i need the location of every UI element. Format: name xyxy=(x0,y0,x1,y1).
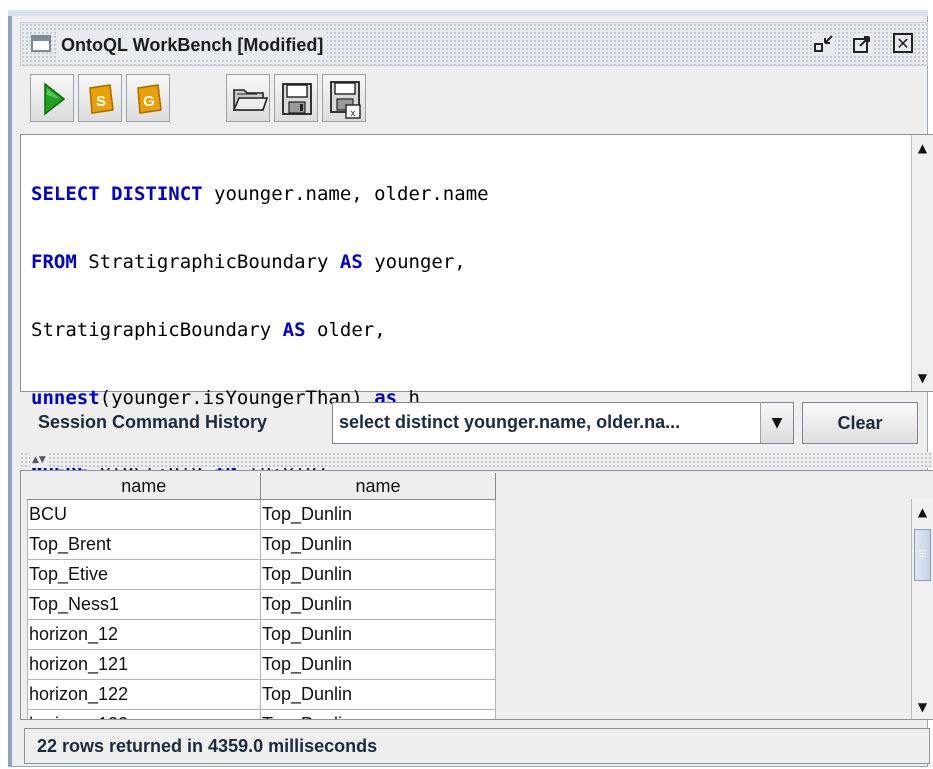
status-text: 22 rows returned in 4359.0 milliseconds xyxy=(37,736,378,756)
table-row[interactable]: Top_Ness1 Top_Dunlin xyxy=(27,589,496,620)
scroll-down-arrow-icon[interactable]: ▼ xyxy=(912,696,933,718)
save-as-file-button[interactable]: x xyxy=(322,74,366,122)
scroll-up-arrow-icon[interactable]: ▲ xyxy=(912,501,933,523)
query-line: SELECT DISTINCT younger.name, older.name xyxy=(31,183,489,205)
scroll-down-arrow-icon[interactable]: ▼ xyxy=(912,367,933,389)
window-left-edge xyxy=(8,16,12,767)
session-history-bar: Session Command History select distinct … xyxy=(20,398,933,450)
toolbar: S G x xyxy=(20,70,928,128)
column-header[interactable]: name xyxy=(27,473,261,500)
table-cell[interactable]: horizon_123 xyxy=(27,709,261,719)
svg-text:G: G xyxy=(143,93,155,110)
table-cell[interactable]: Top_Dunlin xyxy=(260,619,496,650)
table-cell[interactable]: Top_Dunlin xyxy=(260,679,496,710)
green-play-icon xyxy=(44,82,66,116)
table-cell[interactable]: Top_Dunlin xyxy=(260,649,496,680)
table-cell[interactable]: Top_Dunlin xyxy=(260,589,496,620)
table-cell[interactable]: horizon_12 xyxy=(27,619,261,650)
svg-text:S: S xyxy=(96,93,106,110)
open-file-button[interactable] xyxy=(226,74,270,122)
window-title: OntoQL WorkBench [Modified] xyxy=(57,31,328,59)
table-cell[interactable]: BCU xyxy=(27,499,261,530)
editor-scrollbar[interactable]: ▲ ▼ xyxy=(911,135,933,391)
table-row[interactable]: horizon_122 Top_Dunlin xyxy=(27,679,496,710)
maximize-button[interactable] xyxy=(851,33,873,55)
table-cell[interactable]: Top_Brent xyxy=(27,529,261,560)
close-icon: ✕ xyxy=(896,34,910,53)
window-top-edge xyxy=(8,10,928,16)
floppy-disk-export-icon: x xyxy=(330,81,361,119)
column-header[interactable]: name xyxy=(260,473,496,500)
s-script-icon: S xyxy=(89,84,114,114)
minimize-button[interactable] xyxy=(813,33,835,55)
load-script-button[interactable]: S xyxy=(78,74,122,122)
split-expand-collapse-icon[interactable]: ▲▼ xyxy=(30,452,48,468)
status-bar: 22 rows returned in 4359.0 milliseconds xyxy=(24,728,930,764)
session-history-dropdown[interactable]: select distinct younger.name, older.na..… xyxy=(332,402,794,444)
results-panel: name name BCU Top_Dunlin Top_Brent Top_Dun… xyxy=(20,470,933,720)
session-history-selected: select distinct younger.name, older.na..… xyxy=(339,412,681,432)
table-header-row: name name xyxy=(27,473,496,500)
table-cell[interactable]: horizon_122 xyxy=(27,679,261,710)
maximize-icon xyxy=(853,36,870,53)
table-cell[interactable]: Top_Dunlin xyxy=(260,499,496,530)
generate-button[interactable]: G xyxy=(126,74,170,122)
folder-open-icon xyxy=(232,89,269,111)
table-cell[interactable]: Top_Ness1 xyxy=(27,589,261,620)
floppy-disk-icon xyxy=(282,83,312,115)
query-editor[interactable]: SELECT DISTINCT younger.name, older.name… xyxy=(20,134,933,613)
table-row[interactable]: Top_Brent Top_Dunlin xyxy=(27,529,496,560)
table-cell[interactable]: Top_Dunlin xyxy=(260,709,496,719)
g-generate-icon: G xyxy=(137,84,162,114)
scrollbar-thumb[interactable] xyxy=(914,529,931,581)
save-file-button[interactable] xyxy=(274,74,318,122)
table-cell[interactable]: horizon_121 xyxy=(27,649,261,680)
table-row[interactable]: horizon_123Top_Dunlin xyxy=(27,709,496,719)
scroll-up-arrow-icon[interactable]: ▲ xyxy=(912,137,933,159)
title-bar[interactable]: OntoQL WorkBench [Modified] ✕ xyxy=(20,22,928,66)
table-cell[interactable]: Top_Dunlin xyxy=(260,559,496,590)
query-line: StratigraphicBoundary AS older, xyxy=(31,319,386,341)
table-cell[interactable]: Top_Dunlin xyxy=(260,529,496,560)
query-line: FROM StratigraphicBoundary AS younger, xyxy=(31,251,466,273)
dropdown-arrow-icon[interactable]: ▼ xyxy=(760,403,793,443)
table-row[interactable]: BCU Top_Dunlin xyxy=(27,499,496,530)
clear-button[interactable]: Clear xyxy=(802,402,918,444)
svg-text:x: x xyxy=(351,108,356,118)
table-cell[interactable]: Top_Etive xyxy=(27,559,261,590)
session-history-label: Session Command History xyxy=(38,412,268,432)
split-pane-divider[interactable]: ▲▼ xyxy=(20,452,933,468)
results-scrollbar[interactable]: ▲ ▼ xyxy=(911,499,933,719)
run-query-button[interactable] xyxy=(30,74,74,122)
window-app-icon xyxy=(31,35,51,52)
table-row[interactable]: horizon_121 Top_Dunlin xyxy=(27,649,496,680)
table-row[interactable]: Top_Etive Top_Dunlin xyxy=(27,559,496,590)
table-row[interactable]: horizon_12 Top_Dunlin xyxy=(27,619,496,650)
close-button[interactable]: ✕ xyxy=(893,33,913,53)
results-table: name name BCU Top_Dunlin Top_Brent Top_Dun… xyxy=(27,473,496,719)
minimize-icon xyxy=(814,35,833,52)
